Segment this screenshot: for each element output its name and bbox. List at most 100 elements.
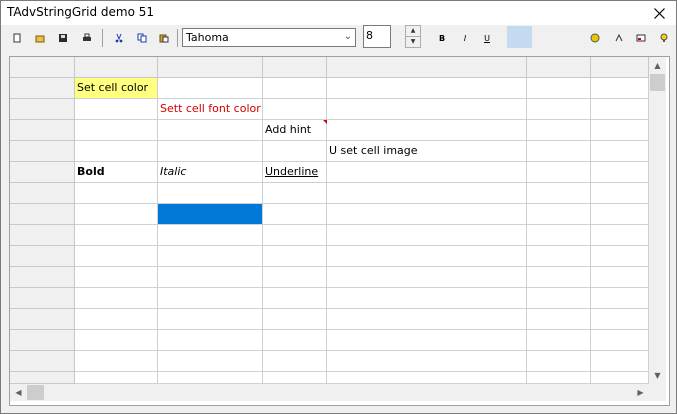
grid-cell[interactable]: Italic [158,162,263,183]
row-header[interactable] [10,309,75,330]
grid-cell[interactable] [263,204,327,225]
grid-cell[interactable] [527,288,591,309]
grid-cell[interactable] [591,204,649,225]
spin-up-icon[interactable]: ▲ [406,26,420,37]
grid-cell[interactable] [591,78,649,99]
image-button[interactable] [633,30,649,46]
grid-cell[interactable] [75,267,158,288]
grid-cell[interactable] [527,141,591,162]
close-button[interactable] [642,1,676,25]
grid-cell[interactable] [75,372,158,384]
font-size-input[interactable]: 8 [363,25,391,48]
spin-down-icon[interactable]: ▼ [406,37,420,47]
grid-cell[interactable]: Bold [75,162,158,183]
scroll-up-icon[interactable]: ▲ [649,57,666,74]
grid-cell[interactable] [75,351,158,372]
open-button[interactable] [32,30,48,46]
cut-button[interactable] [111,30,127,46]
row-header[interactable] [10,267,75,288]
horizontal-scrollbar[interactable]: ◀ ▶ [10,384,649,401]
grid-cell[interactable] [327,351,527,372]
grid-cell[interactable] [75,309,158,330]
grid-cell[interactable]: Add hint [263,120,327,141]
scroll-right-icon[interactable]: ▶ [632,384,649,401]
grid-cell[interactable] [75,225,158,246]
grid-cell[interactable] [263,99,327,120]
grid-cell[interactable] [327,78,527,99]
grid-cell[interactable] [527,330,591,351]
copy-button[interactable] [134,30,150,46]
grid-cell[interactable] [327,267,527,288]
grid-cell[interactable] [591,162,649,183]
grid-cell[interactable] [591,330,649,351]
row-header[interactable] [10,78,75,99]
grid-cell[interactable] [591,183,649,204]
grid-cell[interactable] [75,330,158,351]
italic-button[interactable]: I [457,30,473,46]
row-header[interactable] [10,246,75,267]
grid-cell[interactable] [327,246,527,267]
grid-cell[interactable] [327,120,527,141]
grid-cell[interactable] [527,225,591,246]
grid-cell[interactable] [527,372,591,384]
scroll-left-icon[interactable]: ◀ [10,384,27,401]
grid-cell[interactable] [75,288,158,309]
grid-cell[interactable] [263,309,327,330]
row-header[interactable] [10,204,75,225]
column-header[interactable] [527,57,591,78]
grid-cell[interactable]: Underline [263,162,327,183]
grid-cell[interactable] [263,141,327,162]
grid-cell[interactable] [158,183,263,204]
grid-cell[interactable] [158,267,263,288]
grid-cell[interactable] [75,204,158,225]
grid-cell[interactable] [591,225,649,246]
font-color-button[interactable] [611,30,627,46]
grid-cell[interactable] [591,351,649,372]
grid-cell[interactable]: U set cell image [327,141,527,162]
column-header[interactable] [75,57,158,78]
grid-cell[interactable] [263,267,327,288]
grid-cell[interactable]: Set cell color [75,78,158,99]
grid-cell[interactable] [591,372,649,384]
grid-cell[interactable] [327,204,527,225]
grid-cell[interactable] [75,141,158,162]
grid-cell[interactable] [327,372,527,384]
grid-cell[interactable] [263,372,327,384]
grid-cell[interactable] [263,351,327,372]
vertical-scrollbar[interactable]: ▲ ▼ [649,57,666,384]
print-button[interactable] [79,30,95,46]
grid-cell[interactable] [327,183,527,204]
grid-cell[interactable] [158,141,263,162]
column-header[interactable] [263,57,327,78]
bold-button[interactable]: B [434,30,450,46]
grid-cell[interactable] [75,120,158,141]
grid-cell[interactable] [527,309,591,330]
grid-cell[interactable] [527,120,591,141]
grid-cell[interactable] [158,372,263,384]
grid-cell[interactable] [327,330,527,351]
underline-button[interactable]: U [479,30,495,46]
string-grid[interactable]: Set cell color Sett cell font color Add … [9,56,670,406]
grid-cell[interactable] [263,183,327,204]
selected-grid-cell[interactable] [158,204,263,225]
save-button[interactable] [55,30,71,46]
row-header[interactable] [10,162,75,183]
column-header[interactable] [591,57,649,78]
row-header[interactable] [10,99,75,120]
grid-cell[interactable] [263,330,327,351]
grid-cell[interactable] [591,120,649,141]
font-name-combo[interactable]: Tahoma ⌄ [182,28,356,47]
column-header[interactable] [327,57,527,78]
grid-cell[interactable] [158,288,263,309]
grid-cell[interactable] [327,225,527,246]
grid-cell[interactable] [158,309,263,330]
grid-cell[interactable] [591,141,649,162]
column-header[interactable] [158,57,263,78]
grid-cell[interactable] [263,78,327,99]
row-header[interactable] [10,141,75,162]
grid-cell[interactable] [527,162,591,183]
grid-cell[interactable] [527,99,591,120]
grid-cell[interactable] [158,78,263,99]
grid-cell[interactable] [527,204,591,225]
vertical-scroll-thumb[interactable] [650,74,665,91]
